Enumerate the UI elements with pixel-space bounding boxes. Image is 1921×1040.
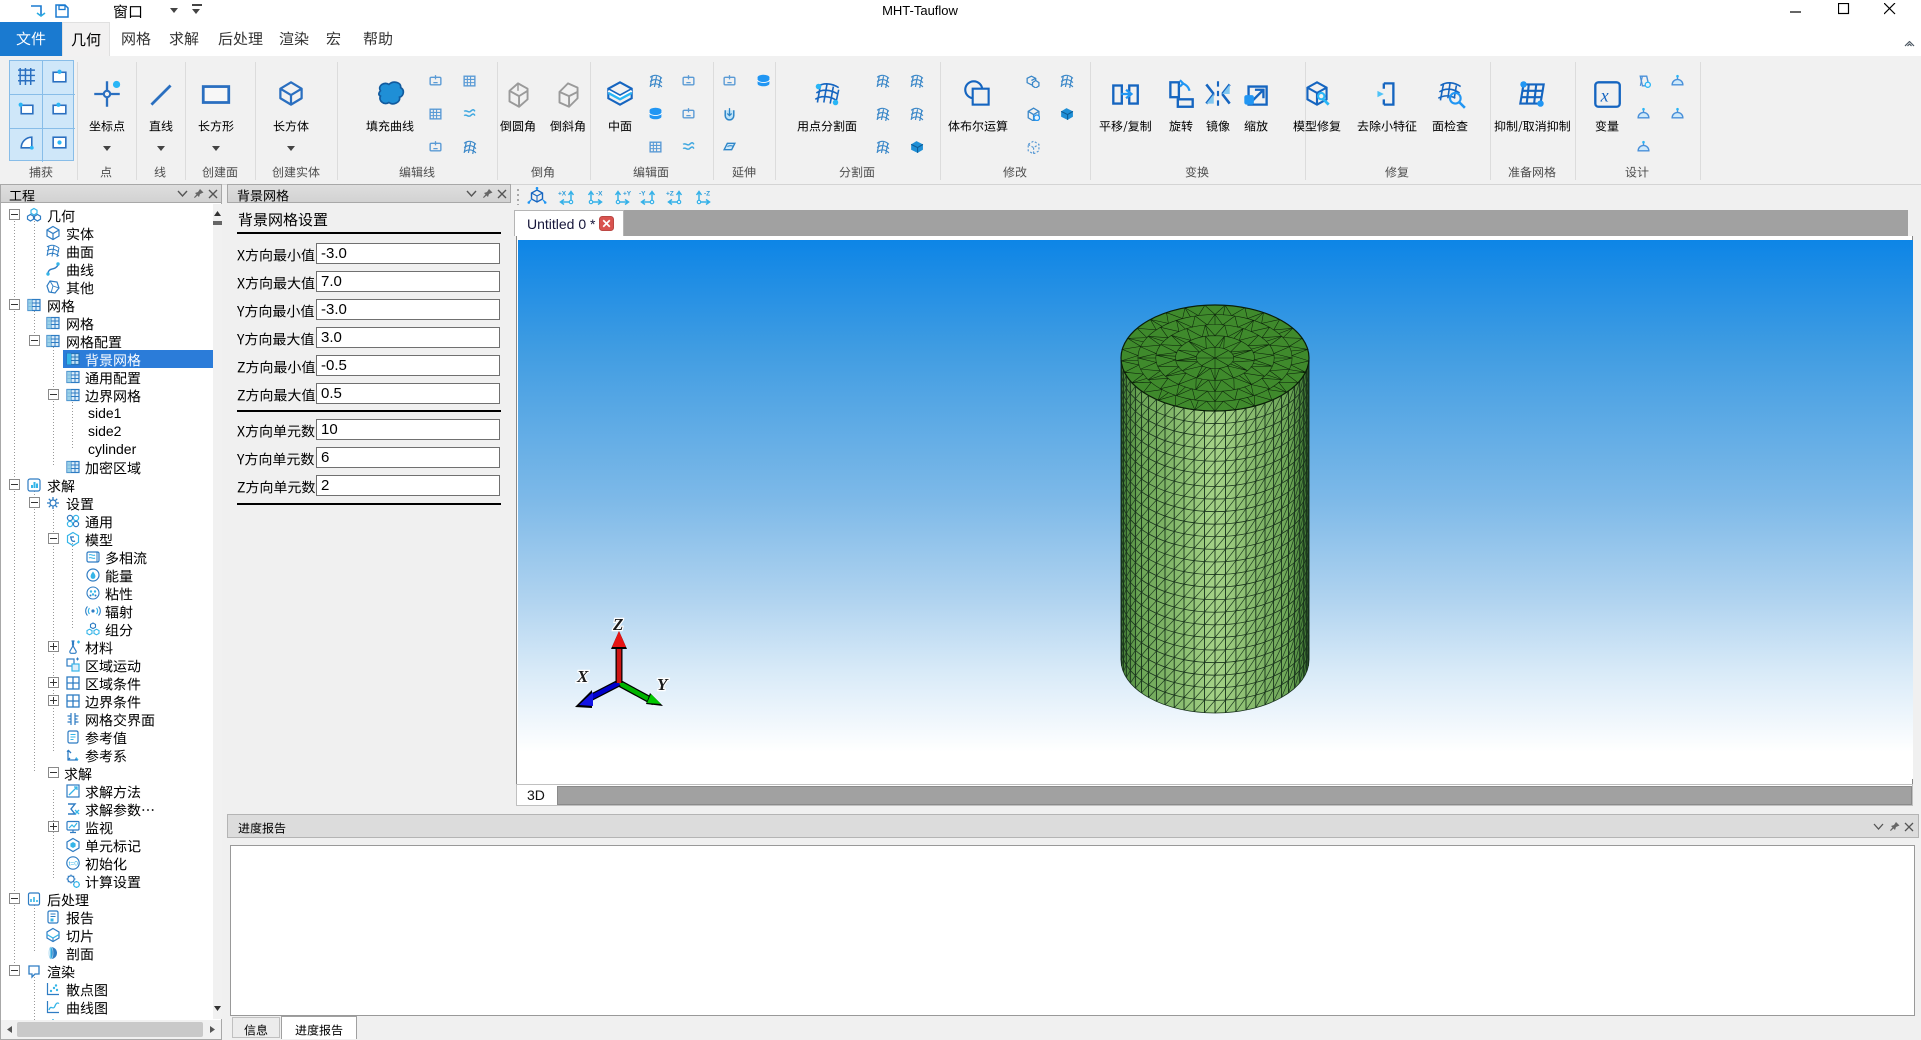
svg-text:-X: -X (596, 191, 603, 198)
svg-text:Y: Y (657, 675, 669, 694)
svg-text:+Z: +Z (666, 191, 674, 198)
svg-text:X: X (576, 667, 589, 686)
svg-text:-Y: -Y (639, 191, 646, 198)
svg-text:t=0: t=0 (69, 860, 79, 867)
svg-text:x: x (1600, 85, 1609, 105)
svg-text:-Z: -Z (704, 191, 710, 198)
svg-text:+Y: +Y (623, 191, 632, 198)
svg-text:Z: Z (612, 615, 623, 634)
svg-text:+X: +X (558, 191, 567, 198)
